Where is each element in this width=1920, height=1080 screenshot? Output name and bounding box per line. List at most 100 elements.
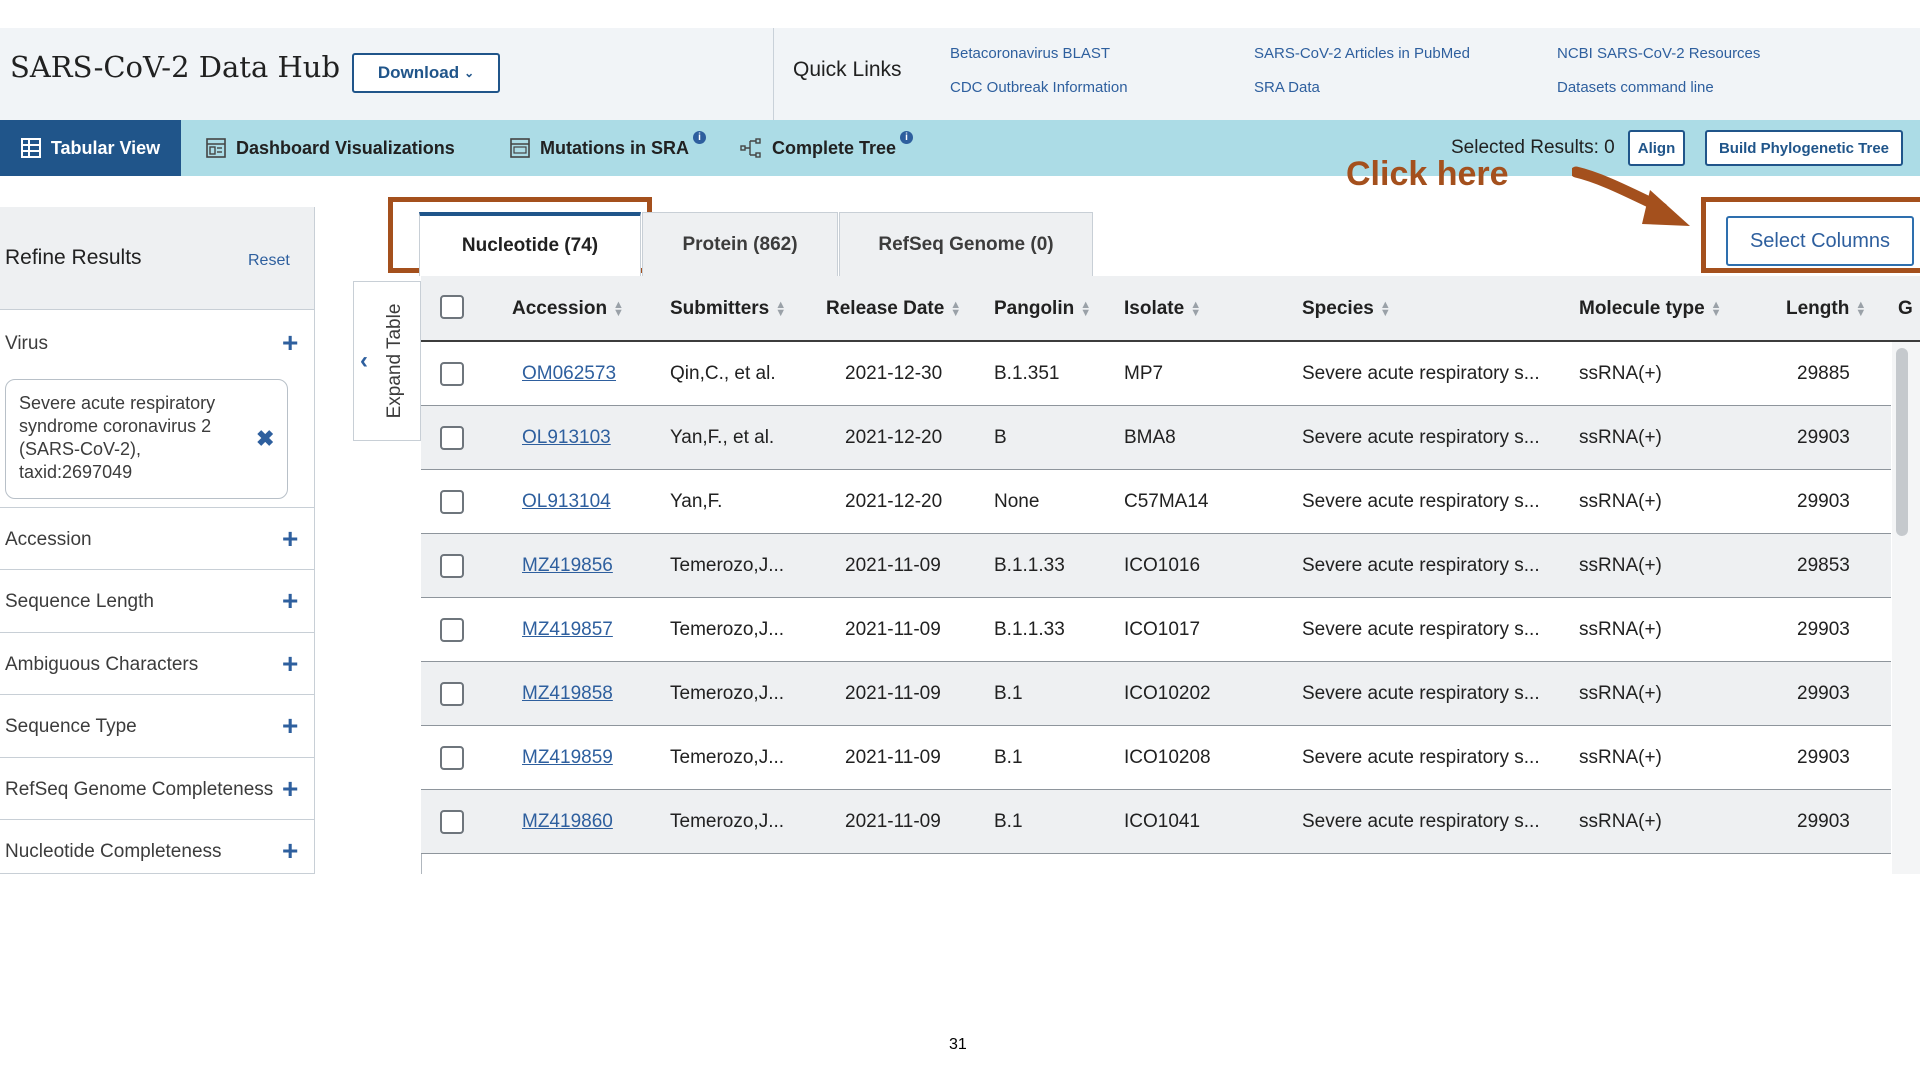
cell-accession[interactable]: OL913103 [522,427,611,449]
table-scrollbar-thumb[interactable] [1896,348,1908,536]
column-header-release-date[interactable]: Release Date ▲ ▼ [826,276,961,342]
facet-sequence-length-expand-icon[interactable]: + [282,587,298,615]
cell-release-date: 2021-11-09 [845,555,941,576]
download-label: Download [377,63,460,82]
tab-tabular-view[interactable]: Tabular View [0,120,181,176]
cell-accession[interactable]: MZ419856 [522,555,613,577]
cell-accession[interactable]: MZ419859 [522,747,613,769]
info-icon[interactable]: i [693,130,706,144]
facet-sequence-type-label[interactable]: Sequence Type [5,716,137,738]
tab-dashboard-visualizations[interactable]: Dashboard Visualizations [206,120,455,176]
column-header-species[interactable]: Species ▲ ▼ [1302,276,1391,342]
select-all-checkbox[interactable] [440,295,464,319]
cell-submitters: Yan,F. [670,491,723,512]
cell-accession[interactable]: MZ419858 [522,683,613,705]
tab-nucleotide[interactable]: Nucleotide (74) [419,212,641,276]
cell-isolate: ICO10202 [1124,683,1211,704]
cell-accession[interactable]: MZ419860 [522,811,613,833]
header-divider [773,28,774,120]
cell-submitters: Temerozo,J... [670,619,785,640]
column-header-submitters[interactable]: Submitters ▲ ▼ [670,276,786,342]
column-header-accession[interactable]: Accession ▲ ▼ [512,276,624,342]
page-number: 31 [949,1036,967,1053]
column-header-isolate[interactable]: Isolate ▲ ▼ [1124,276,1201,342]
download-button[interactable]: Download ⌄ [352,53,500,93]
facet-sequence-type-expand-icon[interactable]: + [282,712,298,740]
cell-accession[interactable]: MZ419857 [522,619,613,641]
tab-mutations-in-sra[interactable]: Mutations in SRAi [510,120,706,176]
expand-table-label: Expand Table [384,303,405,419]
quick-link-datasets-cli[interactable]: Datasets command line [1557,79,1714,96]
facet-sequence-length-label[interactable]: Sequence Length [5,591,154,613]
facet-nucleotide-completeness-label[interactable]: Nucleotide Completeness [5,841,222,863]
cell-pangolin: B.1 [994,747,1023,768]
sort-icon: ▲ ▼ [1379,299,1391,319]
facet-refseq-completeness-expand-icon[interactable]: + [282,775,298,803]
facet-virus-label[interactable]: Virus [5,333,48,355]
cell-pangolin: B.1.1.33 [994,619,1065,640]
quick-link-cdc-outbreak[interactable]: CDC Outbreak Information [950,79,1128,96]
facet-ambiguous-characters-label[interactable]: Ambiguous Characters [5,654,198,676]
column-header-pangolin[interactable]: Pangolin ▲ ▼ [994,276,1091,342]
tab-complete-tree[interactable]: Complete Treei [740,120,914,176]
cell-isolate: MP7 [1124,363,1164,384]
cell-accession[interactable]: OL913104 [522,491,611,513]
cell-species: Severe acute respiratory s... [1302,427,1540,448]
quick-link-sra-data[interactable]: SRA Data [1254,79,1320,96]
facet-divider [0,694,314,695]
column-header-truncated[interactable]: G [1898,276,1913,342]
row-checkbox[interactable] [440,362,464,386]
facet-accession-expand-icon[interactable]: + [282,525,298,553]
cell-isolate: BMA8 [1124,427,1176,448]
quick-link-betacoronavirus-blast[interactable]: Betacoronavirus BLAST [950,45,1110,62]
cell-pangolin: B.1.1.33 [994,555,1065,576]
reset-link[interactable]: Reset [248,252,290,270]
cell-pangolin: B [994,427,1007,448]
row-checkbox[interactable] [440,426,464,450]
virus-filter-chip: Severe acute respiratory syndrome corona… [5,379,288,499]
tab-refseq-genome[interactable]: RefSeq Genome (0) [839,212,1093,276]
row-checkbox[interactable] [440,682,464,706]
cell-molecule-type: ssRNA(+) [1579,555,1662,576]
row-checkbox[interactable] [440,746,464,770]
row-checkbox[interactable] [440,810,464,834]
cell-length: 29903 [1797,683,1850,704]
row-checkbox[interactable] [440,490,464,514]
column-header-molecule-type[interactable]: Molecule type ▲ ▼ [1579,276,1722,342]
quick-link-pubmed-articles[interactable]: SARS-CoV-2 Articles in PubMed [1254,45,1470,62]
table-icon [20,138,41,158]
cell-isolate: ICO1017 [1124,619,1201,640]
select-columns-button[interactable]: Select Columns [1726,216,1914,266]
refine-results-title: Refine Results [5,246,142,269]
cell-accession[interactable]: OM062573 [522,363,616,385]
cell-species: Severe acute respiratory s... [1302,555,1540,576]
cell-species: Severe acute respiratory s... [1302,619,1540,640]
cell-length: 29903 [1797,747,1850,768]
cell-species: Severe acute respiratory s... [1302,747,1540,768]
build-phylogenetic-tree-button[interactable]: Build Phylogenetic Tree [1705,130,1903,166]
cell-isolate: ICO1016 [1124,555,1201,576]
chevron-left-icon[interactable]: ‹ [360,347,368,375]
cell-molecule-type: ssRNA(+) [1579,747,1662,768]
column-header-length[interactable]: Length ▲ ▼ [1786,276,1866,342]
tab-tabular-view-label: Tabular View [50,137,161,158]
cell-submitters: Temerozo,J... [670,683,785,704]
chevron-down-icon: ⌄ [464,66,475,80]
cell-isolate: ICO1041 [1124,811,1201,832]
sort-icon: ▲ ▼ [1710,299,1722,319]
cell-release-date: 2021-11-09 [845,811,941,832]
facet-refseq-completeness-label[interactable]: RefSeq Genome Completeness [5,779,273,801]
row-checkbox[interactable] [440,618,464,642]
facet-nucleotide-completeness-expand-icon[interactable]: + [282,837,298,865]
facet-accession-label[interactable]: Accession [5,529,92,551]
facet-divider [0,632,314,633]
quick-link-ncbi-resources[interactable]: NCBI SARS-CoV-2 Resources [1557,45,1760,62]
row-checkbox[interactable] [440,554,464,578]
remove-filter-icon[interactable]: ✖ [256,426,274,452]
cell-pangolin: B.1 [994,683,1023,704]
facet-ambiguous-characters-expand-icon[interactable]: + [282,650,298,678]
facet-virus-expand-icon[interactable]: + [282,329,298,357]
tab-protein[interactable]: Protein (862) [642,212,838,276]
info-icon[interactable]: i [900,130,914,144]
cell-pangolin: None [994,491,1040,512]
